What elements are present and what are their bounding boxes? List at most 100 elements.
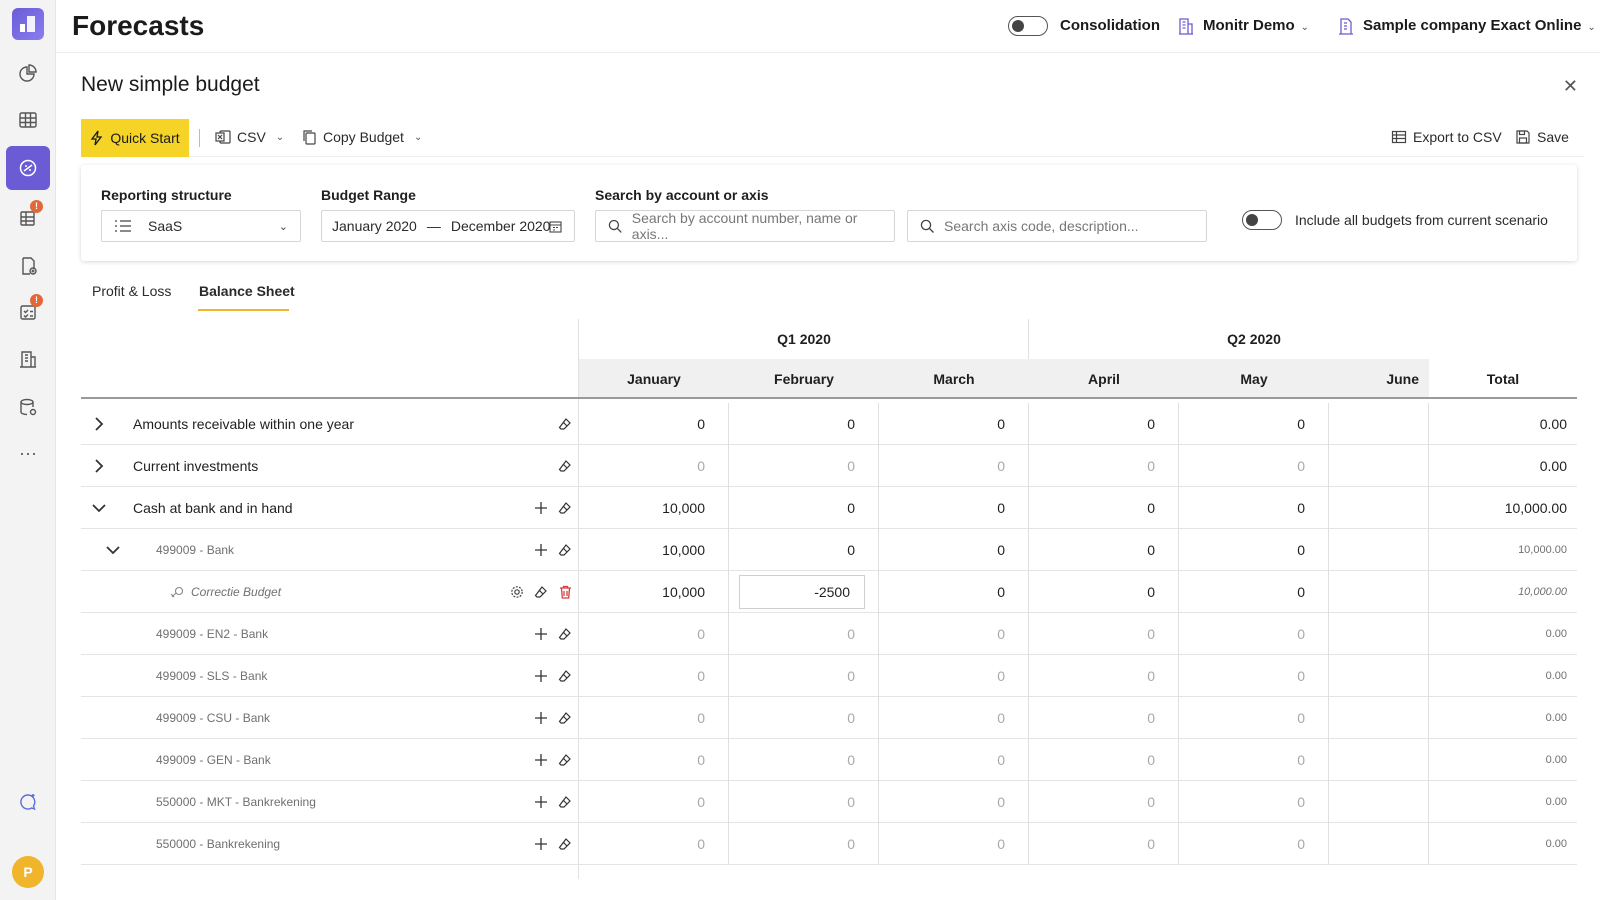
value-cell[interactable]: 10,000 [579, 529, 729, 571]
value-cell[interactable]: 0 [579, 613, 729, 655]
value-cell[interactable]: 0 [729, 739, 879, 781]
consolidation-toggle[interactable] [1008, 16, 1048, 36]
close-icon[interactable]: ✕ [1563, 76, 1578, 97]
value-cell[interactable]: 0 [729, 529, 879, 571]
value-cell[interactable]: 0 [579, 823, 729, 865]
eraser-icon[interactable] [557, 836, 573, 852]
value-cell[interactable]: 0 [1179, 571, 1329, 613]
value-cell[interactable]: 0 [1179, 529, 1329, 571]
value-cell[interactable]: 0 [579, 403, 729, 445]
database-icon[interactable] [6, 385, 50, 429]
value-cell[interactable]: 0 [1029, 739, 1179, 781]
value-cell[interactable]: 0 [729, 487, 879, 529]
csv-menu-button[interactable]: CSV ⌄ [215, 129, 284, 145]
eraser-icon[interactable] [557, 752, 573, 768]
value-cell[interactable]: 0 [1029, 613, 1179, 655]
add-icon[interactable] [533, 710, 549, 726]
budget-range-picker[interactable]: January 2020 — December 2020 [321, 210, 575, 242]
eraser-icon[interactable] [557, 458, 573, 474]
value-cell[interactable]: 0 [1029, 571, 1179, 613]
value-cell[interactable]: 0 [1029, 697, 1179, 739]
value-cell[interactable]: 0 [1179, 655, 1329, 697]
expand-chevron-icon[interactable] [89, 456, 109, 476]
delete-icon[interactable] [557, 584, 573, 600]
eraser-icon[interactable] [557, 710, 573, 726]
table-alert-icon[interactable]: ! [6, 196, 50, 240]
building-icon[interactable] [6, 337, 50, 381]
export-csv-button[interactable]: Export to CSV [1391, 129, 1502, 145]
collapse-chevron-icon[interactable] [89, 498, 109, 518]
add-icon[interactable] [533, 836, 549, 852]
value-cell[interactable]: 0 [879, 571, 1029, 613]
value-cell[interactable]: 0 [879, 403, 1029, 445]
settings-icon[interactable] [509, 584, 525, 600]
value-cell[interactable]: 0 [729, 823, 879, 865]
chat-sparkle-icon[interactable] [6, 780, 50, 824]
reporting-structure-select[interactable]: SaaS ⌄ [101, 210, 301, 242]
eraser-icon[interactable] [557, 416, 573, 432]
value-input[interactable]: -2500 [739, 575, 865, 609]
value-cell[interactable]: 0 [879, 697, 1029, 739]
add-icon[interactable] [533, 668, 549, 684]
value-cell[interactable]: 10,000 [579, 571, 729, 613]
org-switcher[interactable]: Monitr Demo ⌄ [1203, 17, 1309, 34]
value-cell[interactable]: 0 [1029, 655, 1179, 697]
copy-budget-button[interactable]: Copy Budget ⌄ [301, 129, 422, 145]
value-cell[interactable]: 0 [879, 739, 1029, 781]
collapse-chevron-icon[interactable] [103, 540, 123, 560]
quick-start-button[interactable]: Quick Start [81, 119, 189, 157]
add-icon[interactable] [533, 794, 549, 810]
eraser-icon[interactable] [557, 794, 573, 810]
value-cell[interactable]: 0 [1179, 445, 1329, 487]
forecast-icon[interactable] [6, 146, 50, 190]
value-cell[interactable]: 0 [729, 655, 879, 697]
value-cell[interactable]: 0 [1029, 823, 1179, 865]
value-cell[interactable]: 0 [1179, 697, 1329, 739]
value-cell[interactable]: 0 [879, 655, 1029, 697]
value-cell[interactable]: 0 [879, 613, 1029, 655]
eraser-icon[interactable] [557, 500, 573, 516]
value-cell[interactable]: 0 [1179, 823, 1329, 865]
eraser-icon[interactable] [557, 668, 573, 684]
value-cell[interactable]: 0 [1179, 613, 1329, 655]
value-cell[interactable]: 0 [1029, 487, 1179, 529]
value-cell[interactable]: 0 [1029, 781, 1179, 823]
add-icon[interactable] [533, 500, 549, 516]
company-switcher[interactable]: Sample company Exact Online ⌄ [1363, 17, 1596, 34]
value-cell[interactable]: 0 [729, 445, 879, 487]
value-cell[interactable]: 0 [729, 697, 879, 739]
value-cell[interactable]: 0 [579, 781, 729, 823]
checklist-alert-icon[interactable]: ! [6, 290, 50, 334]
value-cell[interactable]: 0 [1029, 403, 1179, 445]
save-button[interactable]: Save [1515, 129, 1569, 145]
tab-balance-sheet[interactable]: Balance Sheet [199, 283, 295, 299]
value-cell[interactable]: 0 [879, 529, 1029, 571]
value-cell[interactable]: 0 [879, 781, 1029, 823]
add-icon[interactable] [533, 752, 549, 768]
value-cell[interactable]: 0 [1179, 781, 1329, 823]
eraser-icon[interactable] [557, 542, 573, 558]
report-add-icon[interactable] [6, 244, 50, 288]
value-cell[interactable]: 0 [729, 613, 879, 655]
more-icon[interactable]: ··· [6, 431, 50, 475]
add-icon[interactable] [533, 542, 549, 558]
eraser-icon[interactable] [557, 626, 573, 642]
include-budgets-toggle[interactable] [1242, 210, 1282, 230]
value-cell[interactable]: 0 [1179, 403, 1329, 445]
value-cell[interactable]: 10,000 [579, 487, 729, 529]
value-cell[interactable]: 0 [879, 487, 1029, 529]
account-search-input[interactable]: Search by account number, name or axis..… [595, 210, 895, 242]
axis-search-input[interactable]: Search axis code, description... [907, 210, 1207, 242]
avatar[interactable]: P [12, 856, 44, 888]
expand-chevron-icon[interactable] [89, 414, 109, 434]
pie-chart-icon[interactable] [6, 52, 50, 96]
value-cell[interactable]: 0 [879, 823, 1029, 865]
eraser-icon[interactable] [533, 584, 549, 600]
grid-icon[interactable] [6, 98, 50, 142]
value-cell[interactable]: 0 [1029, 445, 1179, 487]
value-cell[interactable]: 0 [1029, 529, 1179, 571]
add-icon[interactable] [533, 626, 549, 642]
value-cell[interactable]: 0 [879, 445, 1029, 487]
value-cell[interactable]: 0 [579, 445, 729, 487]
value-cell[interactable]: 0 [729, 403, 879, 445]
